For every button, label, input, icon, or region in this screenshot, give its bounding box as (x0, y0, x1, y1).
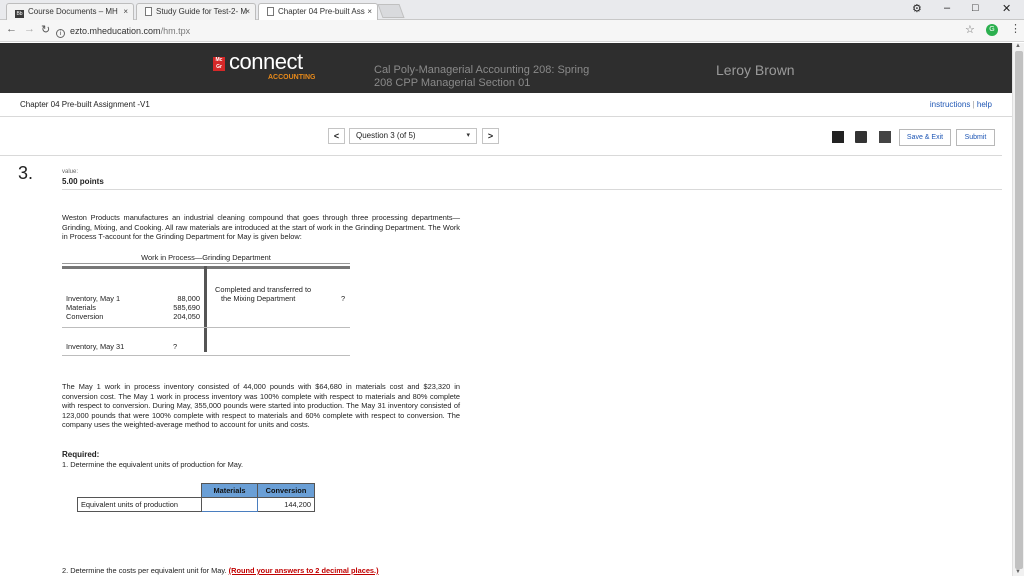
requirement-1: 1. Determine the equivalent units of pro… (62, 460, 244, 469)
back-arrow-icon[interactable]: ← (6, 23, 17, 35)
browser-tab-strip: Bb Course Documents – MH × Study Guide fo… (0, 0, 1024, 20)
close-window-button[interactable]: ✕ (1002, 2, 1011, 15)
user-name[interactable]: Leroy Brown (716, 62, 795, 78)
equivalent-units-table: Materials Conversion Equivalent units of… (77, 483, 315, 512)
assignment-bar: Chapter 04 Pre-built Assignment -V1 inst… (0, 93, 1024, 117)
materials-input[interactable] (201, 497, 258, 512)
maximize-button[interactable]: □ (972, 2, 979, 14)
new-tab-button[interactable] (377, 4, 405, 18)
forward-arrow-icon[interactable]: → (24, 23, 35, 35)
scroll-down-icon[interactable]: ▼ (1015, 569, 1021, 575)
tab-close-icon[interactable]: × (123, 4, 128, 20)
tab-study-guide[interactable]: Study Guide for Test-2- M × (136, 3, 256, 20)
print-icon[interactable] (855, 131, 867, 143)
connect-logo[interactable]: connect (229, 49, 303, 75)
t-account-title: Work in Process—Grinding Department (62, 253, 350, 264)
t-account-credit-label: the Mixing Department (221, 294, 296, 303)
conversion-header: Conversion (257, 483, 315, 498)
course-line-2: 208 CPP Managerial Section 01 (374, 77, 531, 89)
url-path: /hm.tpx (160, 26, 191, 36)
chevron-down-icon: ▾ (466, 132, 470, 139)
t-account-ending-label: Inventory, May 31 (66, 342, 125, 351)
course-title: Cal Poly-Managerial Accounting 208: Spri… (374, 64, 589, 90)
profile-icon[interactable]: ⚙ (912, 2, 922, 15)
tab-course-documents[interactable]: Bb Course Documents – MH × (6, 3, 134, 20)
rounding-warning: (Round your answers to 2 decimal places.… (228, 566, 379, 575)
t-account-ending-value: ? (173, 342, 178, 351)
instructions-link[interactable]: instructions (930, 100, 970, 109)
scroll-up-icon[interactable]: ▲ (1015, 43, 1021, 49)
requirement-2: 2. Determine the costs per equivalent un… (62, 566, 379, 575)
tab-close-icon[interactable]: × (245, 4, 250, 20)
tab-label: Course Documents – MH (28, 7, 118, 16)
question-points: 5.00 points (62, 177, 104, 186)
t-account-credit-value: ? (341, 294, 346, 303)
question-select-value: Question 3 (of 5) (356, 131, 416, 140)
required-label: Required: (62, 450, 100, 459)
course-line-1: Cal Poly-Managerial Accounting 208: Spri… (374, 64, 590, 76)
reload-icon[interactable]: ↻ (41, 23, 50, 36)
help-link[interactable]: help (977, 100, 992, 109)
browser-menu-icon[interactable]: ⋮ (1010, 22, 1021, 35)
link-separator: | (972, 100, 975, 109)
save-exit-button[interactable]: Save & Exit (899, 129, 951, 146)
extension-icon[interactable]: G (986, 24, 998, 36)
equivalent-units-row-label: Equivalent units of production (77, 497, 202, 512)
help-links: instructions | help (930, 100, 992, 109)
question-number: 3. (18, 163, 34, 183)
tab-close-icon[interactable]: × (367, 4, 372, 20)
calculator-icon[interactable] (879, 131, 891, 143)
question-intro: Weston Products manufactures an industri… (62, 213, 460, 242)
t-account-line (62, 327, 350, 328)
bookmark-star-icon[interactable]: ☆ (965, 23, 975, 36)
document-icon (145, 7, 152, 16)
page-scrollbar[interactable]: ▲ ▼ (1012, 43, 1024, 576)
materials-header: Materials (201, 483, 258, 498)
submit-button[interactable]: Submit (956, 129, 995, 146)
blackboard-icon: Bb (15, 10, 24, 18)
scrollbar-thumb[interactable] (1015, 51, 1023, 569)
info-icon[interactable]: i (56, 29, 65, 38)
next-question-button[interactable]: > (482, 128, 499, 144)
conversion-input[interactable]: 144,200 (257, 497, 315, 512)
document-icon (267, 7, 274, 16)
t-account-vertical-bar (204, 266, 207, 352)
assignment-title: Chapter 04 Pre-built Assignment -V1 (20, 100, 150, 109)
t-account-debit-label: Conversion (66, 312, 104, 321)
t-account-line (62, 355, 350, 356)
question-divider (62, 189, 1002, 190)
connect-logo-subtitle: ACCOUNTING (268, 74, 316, 81)
connect-header: Mc Gr connect ACCOUNTING Cal Poly-Manager… (0, 43, 1024, 93)
tab-label: Study Guide for Test-2- M (156, 7, 247, 16)
t-account-debit-value: 204,050 (173, 312, 200, 321)
minimize-button[interactable]: – (944, 2, 950, 14)
question-details: The May 1 work in process inventory cons… (62, 382, 460, 430)
address-bar[interactable]: i ezto.mheducation.com/hm.tpx (56, 23, 980, 39)
previous-question-button[interactable]: < (328, 128, 345, 144)
divider (0, 155, 1002, 156)
mcgraw-hill-logo-icon: Mc Gr (213, 57, 225, 71)
tab-label: Chapter 04 Pre-built Ass (278, 7, 365, 16)
tab-chapter-04[interactable]: Chapter 04 Pre-built Ass × (258, 3, 378, 20)
requirement-2-text: 2. Determine the costs per equivalent un… (62, 566, 227, 575)
reference-icon[interactable] (832, 131, 844, 143)
value-label: value: (62, 169, 79, 175)
browser-toolbar: ← → ↻ i ezto.mheducation.com/hm.tpx ☆ G ⋮ (0, 20, 1024, 42)
table-corner (78, 484, 202, 498)
question-select[interactable]: Question 3 (of 5) ▾ (349, 128, 477, 144)
url-host: ezto.mheducation.com (70, 26, 161, 36)
